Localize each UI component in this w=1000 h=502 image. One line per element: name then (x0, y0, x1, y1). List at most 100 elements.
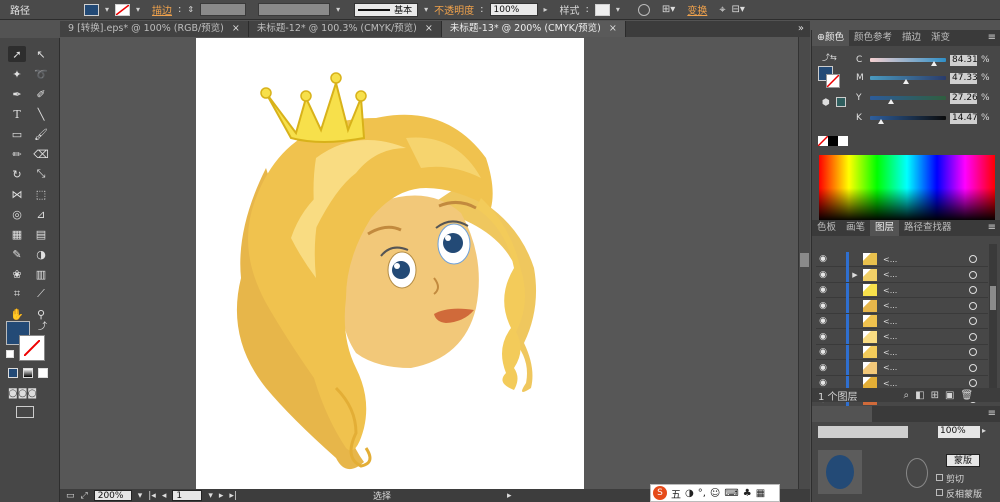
layer-name[interactable]: <... (883, 348, 923, 357)
layer-name[interactable]: <... (883, 317, 923, 326)
variable-width-profile[interactable] (258, 3, 331, 16)
fill-swatch[interactable] (84, 3, 99, 16)
type-tool-icon[interactable]: T (8, 106, 26, 122)
skin-icon[interactable]: ♣ (743, 488, 752, 499)
zoom-dropdown-icon[interactable]: ▾ (138, 491, 143, 501)
layer-name[interactable]: <... (883, 286, 923, 295)
rectangle-tool-icon[interactable]: ▭ (8, 126, 26, 142)
slider-knob[interactable] (877, 119, 884, 124)
more-options-icon[interactable]: ⊟▾ (732, 4, 745, 15)
close-icon[interactable]: × (425, 23, 433, 34)
magenta-value[interactable]: 47.33 (950, 72, 978, 84)
white-swatch[interactable] (838, 136, 848, 146)
invert-mask-checkbox[interactable] (936, 489, 943, 496)
visibility-eye-icon[interactable]: ◉ (816, 254, 830, 264)
delete-layer-icon[interactable]: 🗑 (960, 390, 973, 401)
zoom-field[interactable]: 200% (93, 490, 132, 501)
scale-tool-icon[interactable]: ⤡ (32, 166, 50, 182)
layer-name[interactable]: <... (883, 379, 923, 388)
ime-mode-label[interactable]: 五 (671, 486, 681, 501)
paintbrush-tool-icon[interactable]: 🖌 (32, 126, 50, 142)
mask-thumbnail[interactable] (906, 458, 928, 488)
vertical-scroll-thumb[interactable] (800, 253, 809, 267)
yellow-value[interactable]: 27.26 (950, 92, 978, 104)
gradient-mode-icon[interactable] (23, 368, 33, 378)
target-circle-icon[interactable] (969, 363, 977, 372)
layer-row[interactable]: ◉ ▶ <... (816, 267, 988, 283)
direct-selection-tool-icon[interactable]: ↖ (32, 46, 50, 62)
tab-gradient[interactable]: 渐变 (926, 30, 955, 46)
slider-knob[interactable] (887, 99, 894, 104)
target-circle-icon[interactable] (969, 348, 977, 356)
out-of-gamut-icon[interactable]: ⬢ (822, 98, 830, 108)
shape-builder-tool-icon[interactable]: ◎ (8, 206, 26, 222)
toolbox-icon[interactable]: ▦ (756, 488, 765, 499)
black-slider[interactable] (870, 116, 946, 124)
visibility-eye-icon[interactable]: ◉ (816, 347, 830, 357)
cyan-slider[interactable] (870, 58, 946, 66)
style-dropdown-icon[interactable]: ▾ (616, 5, 620, 14)
transparency-opacity-dropdown-icon[interactable]: ▸ (982, 426, 986, 435)
visibility-eye-icon[interactable]: ◉ (816, 316, 830, 326)
half-width-icon[interactable]: ◑ (685, 488, 694, 499)
locate-object-icon[interactable]: ⌕ (904, 390, 910, 401)
lasso-tool-icon[interactable]: ➰ (32, 66, 50, 82)
visibility-eye-icon[interactable]: ◉ (816, 301, 830, 311)
artboard[interactable] (196, 38, 584, 490)
layer-name[interactable]: <... (883, 270, 923, 279)
artboard-nav-icon[interactable]: ▭ (66, 491, 75, 501)
emoji-icon[interactable]: ☺ (710, 488, 720, 499)
layer-row[interactable]: ◉ <... (816, 251, 988, 267)
expand-arrow-icon[interactable]: ▶ (849, 271, 861, 279)
stroke-dropdown-icon[interactable]: ▾ (136, 5, 140, 14)
target-circle-icon[interactable] (969, 379, 977, 387)
brush-definition[interactable]: 基本 (354, 2, 419, 17)
symbol-sprayer-tool-icon[interactable]: ❀ (8, 266, 26, 282)
visibility-eye-icon[interactable]: ◉ (816, 285, 830, 295)
panel-menu-icon[interactable]: ≡ (984, 406, 1000, 422)
next-artboard-icon[interactable]: ▸ (219, 491, 224, 501)
tab-stroke[interactable]: 描边 (897, 30, 926, 46)
line-tool-icon[interactable]: ╲ (32, 106, 50, 122)
artboard-tool-icon[interactable]: ⌗ (8, 286, 26, 302)
color-mode-icon[interactable] (8, 368, 18, 378)
swap-fill-stroke-icon[interactable]: ⤴ (38, 319, 47, 332)
default-fill-stroke-icon[interactable] (6, 350, 14, 358)
panel-swap-icon[interactable]: ⤴⇆ (822, 52, 837, 63)
target-circle-icon[interactable] (969, 255, 977, 263)
layer-row[interactable]: ◉ <... (816, 298, 988, 314)
curvature-tool-icon[interactable]: ✐ (32, 86, 50, 102)
prev-artboard-icon[interactable]: ◂ (162, 491, 167, 501)
artboard-number-field[interactable]: 1 (172, 490, 203, 501)
brush-dropdown-icon[interactable]: ▾ (424, 5, 428, 14)
layer-name[interactable]: <... (883, 255, 923, 264)
stroke-color-box[interactable] (19, 335, 45, 361)
tab-swatches[interactable]: 色板 (812, 220, 841, 236)
eyedropper-tool-icon[interactable]: ✎ (8, 246, 26, 262)
stroke-swatch[interactable] (115, 3, 131, 16)
align-icon[interactable]: ⊞▾ (662, 4, 675, 15)
pencil-tool-icon[interactable]: ✏ (8, 146, 26, 162)
gradient-tool-icon[interactable]: ▤ (32, 226, 50, 242)
slice-tool-icon[interactable]: ⟋ (32, 286, 50, 302)
layers-scroll-thumb[interactable] (990, 286, 996, 310)
black-value[interactable]: 14.47 (950, 112, 978, 124)
transparency-opacity-field[interactable]: 100% (938, 426, 980, 438)
tab-untitled-13[interactable]: 未标题-13* @ 200% (CMYK/预览) × (441, 21, 626, 37)
last-artboard-icon[interactable]: ▸| (229, 491, 237, 501)
selection-tool-icon[interactable]: ➚ (8, 46, 26, 62)
new-layer-icon[interactable]: ▣ (945, 390, 954, 401)
isolate-icon[interactable]: ⌖ (719, 3, 725, 17)
magic-wand-tool-icon[interactable]: ✦ (8, 66, 26, 82)
magenta-slider[interactable] (870, 76, 946, 84)
fill-dropdown-icon[interactable]: ▾ (105, 5, 109, 14)
tab-untitled-12[interactable]: 未标题-12* @ 100.3% (CMYK/预览) × (248, 21, 442, 37)
blend-tool-icon[interactable]: ◑ (32, 246, 50, 262)
new-sublayer-icon[interactable]: ⊞ (931, 390, 939, 401)
graphic-style-swatch[interactable] (594, 3, 610, 16)
punctuation-icon[interactable]: °, (698, 488, 706, 499)
opacity-field[interactable]: 100% (489, 3, 538, 16)
make-clipping-mask-icon[interactable]: ◧ (915, 390, 924, 401)
target-circle-icon[interactable] (969, 286, 977, 294)
stroke-label[interactable]: 描边 (152, 2, 172, 17)
